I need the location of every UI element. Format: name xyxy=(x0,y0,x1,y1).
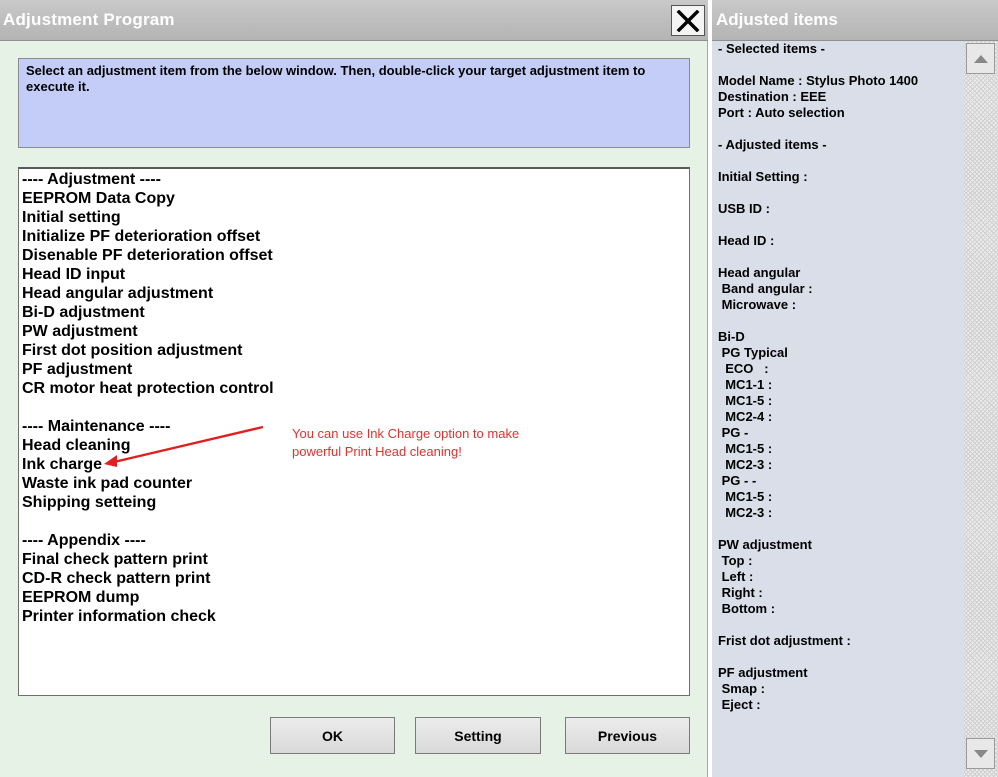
scroll-down-button[interactable] xyxy=(966,738,995,769)
close-icon xyxy=(676,9,700,32)
list-item[interactable]: EEPROM Data Copy xyxy=(22,189,175,208)
list-item[interactable]: Head ID input xyxy=(22,265,125,284)
list-item[interactable]: ---- Adjustment ---- xyxy=(22,170,161,189)
info-line: USB ID : xyxy=(718,201,770,216)
instruction-text: Select an adjustment item from the below… xyxy=(26,63,646,94)
info-line: Initial Setting : xyxy=(718,169,808,184)
ok-button[interactable]: OK xyxy=(270,717,395,754)
info-line: PG - xyxy=(718,425,749,440)
annotation-line: powerful Print Head cleaning! xyxy=(292,444,462,459)
info-line: Top : xyxy=(718,553,753,568)
adjusted-items-window: Adjusted items - Selected items - Model … xyxy=(712,0,998,777)
info-line: Frist dot adjustment : xyxy=(718,633,851,648)
adjustment-program-window: Adjustment Program Select an adjustment … xyxy=(0,0,708,777)
title-bar[interactable]: Adjusted items xyxy=(712,0,998,41)
info-line: Smap : xyxy=(718,681,765,696)
info-line: - Adjusted items - xyxy=(718,137,827,152)
list-item[interactable]: Ink charge xyxy=(22,455,102,474)
info-line: Microwave : xyxy=(718,297,797,312)
info-line: PG - - xyxy=(718,473,757,488)
info-line: MC1-5 : xyxy=(718,441,773,456)
info-line: Bottom : xyxy=(718,601,776,616)
list-item[interactable]: Disenable PF deterioration offset xyxy=(22,246,273,265)
info-line: Destination : EEE xyxy=(718,89,827,104)
list-item[interactable]: Bi-D adjustment xyxy=(22,303,145,322)
info-line: ECO : xyxy=(718,361,769,376)
info-line: Band angular : xyxy=(718,281,813,296)
window-title: Adjusted items xyxy=(716,10,838,29)
info-line: Right : xyxy=(718,585,763,600)
info-line: - Selected items - xyxy=(718,41,825,56)
list-item[interactable]: Initialize PF deterioration offset xyxy=(22,227,260,246)
info-line: Model Name : Stylus Photo 1400 xyxy=(718,73,919,88)
scroll-up-button[interactable] xyxy=(966,43,995,74)
list-item[interactable]: PW adjustment xyxy=(22,322,138,341)
list-item[interactable]: CR motor heat protection control xyxy=(22,379,274,398)
window-title: Adjustment Program xyxy=(3,10,175,29)
list-item[interactable]: Initial setting xyxy=(22,208,121,227)
list-item[interactable]: Waste ink pad counter xyxy=(22,474,192,493)
triangle-up-icon xyxy=(973,54,988,63)
triangle-down-icon xyxy=(973,749,988,758)
close-button[interactable] xyxy=(671,5,705,36)
info-line: PF adjustment xyxy=(718,665,808,680)
info-line: Head ID : xyxy=(718,233,775,248)
info-line: Left : xyxy=(718,569,754,584)
info-line: MC1-1 : xyxy=(718,377,773,392)
list-item[interactable]: ---- Appendix ---- xyxy=(22,531,146,550)
annotation-line: You can use Ink Charge option to make xyxy=(292,426,520,441)
vertical-scrollbar[interactable] xyxy=(964,41,998,777)
info-line: PW adjustment xyxy=(718,537,812,552)
info-line: Bi-D xyxy=(718,329,745,344)
info-line: MC2-3 : xyxy=(718,457,773,472)
list-item[interactable]: PF adjustment xyxy=(22,360,132,379)
info-line: MC2-3 : xyxy=(718,505,773,520)
list-item[interactable]: Printer information check xyxy=(22,607,216,626)
list-item[interactable]: EEPROM dump xyxy=(22,588,139,607)
list-item[interactable]: First dot position adjustment xyxy=(22,341,242,360)
info-line: Port : Auto selection xyxy=(718,105,845,120)
info-line: Eject : xyxy=(718,697,761,712)
list-item[interactable]: Head angular adjustment xyxy=(22,284,213,303)
list-item[interactable]: CD-R check pattern print xyxy=(22,569,210,588)
list-item[interactable]: Shipping setteing xyxy=(22,493,156,512)
info-line: MC2-4 : xyxy=(718,409,773,424)
info-line: PG Typical xyxy=(718,345,788,360)
info-line: MC1-5 : xyxy=(718,393,773,408)
previous-button[interactable]: Previous xyxy=(565,717,690,754)
title-bar[interactable]: Adjustment Program xyxy=(0,0,708,41)
list-item[interactable]: Head cleaning xyxy=(22,436,130,455)
annotation-note: You can use Ink Charge option to make po… xyxy=(292,425,582,461)
list-item[interactable]: ---- Maintenance ---- xyxy=(22,417,170,436)
setting-button[interactable]: Setting xyxy=(415,717,541,754)
info-line: MC1-5 : xyxy=(718,489,773,504)
info-line: Head angular xyxy=(718,265,801,280)
instruction-panel: Select an adjustment item from the below… xyxy=(18,58,690,148)
list-item[interactable]: Final check pattern print xyxy=(22,550,208,569)
